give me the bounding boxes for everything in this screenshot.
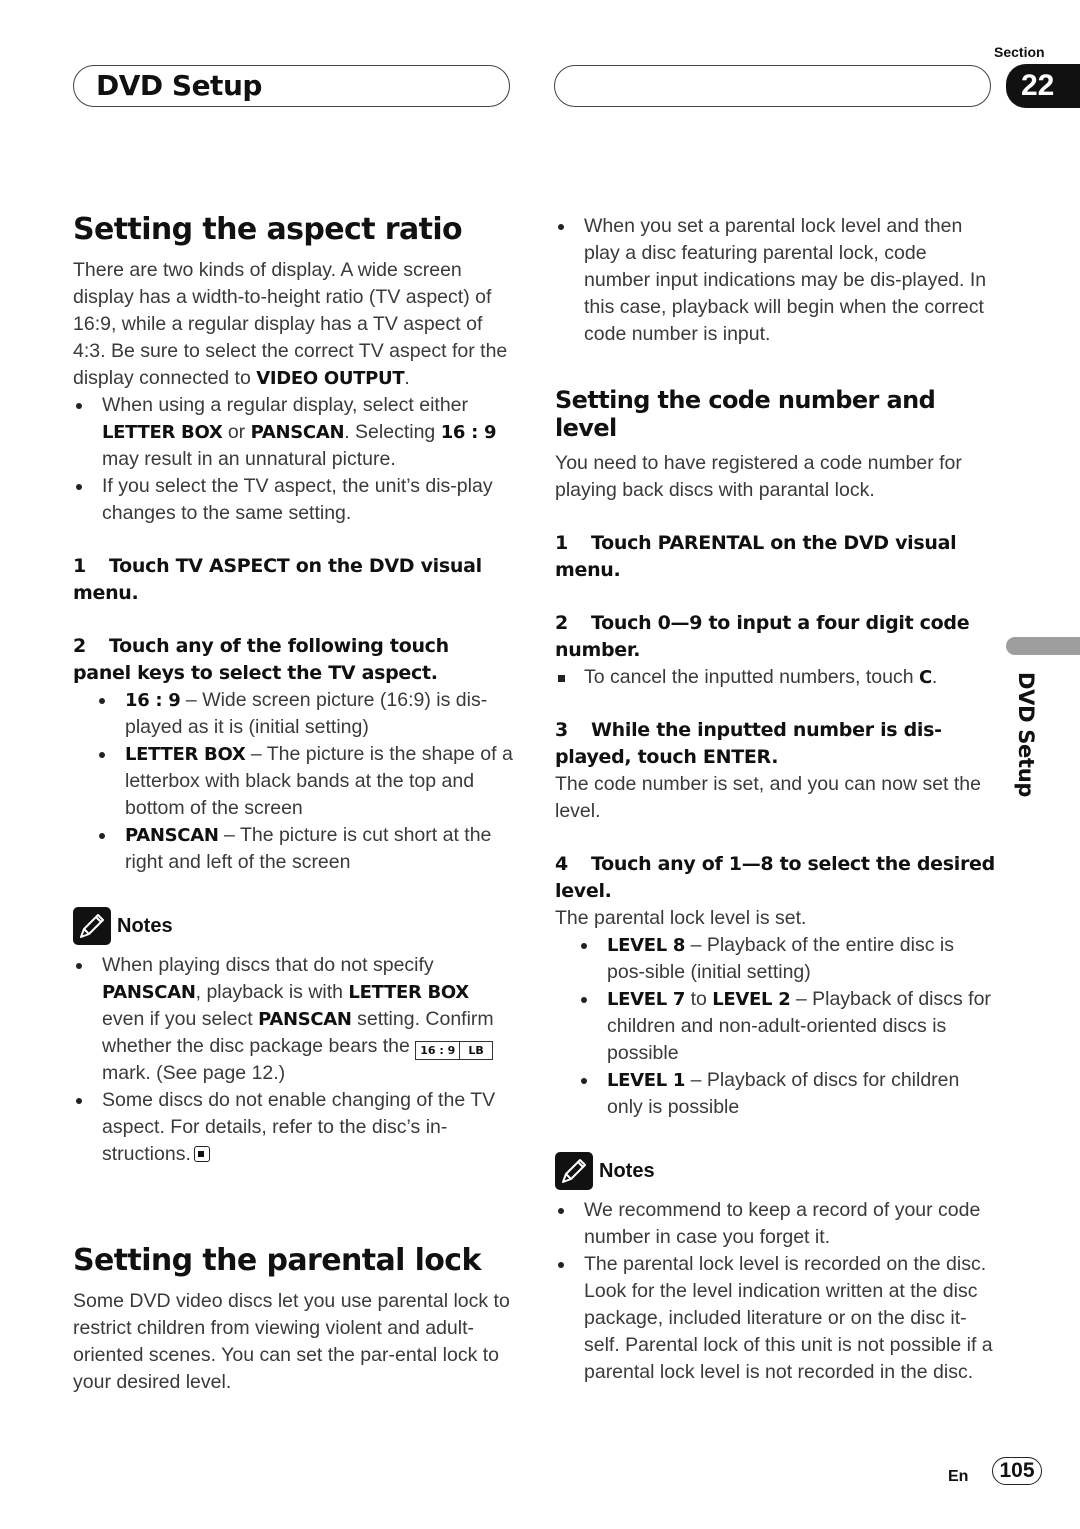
code-step-3: 3 While the inputted number is dis-played… — [555, 717, 995, 771]
pencil-icon — [555, 1152, 593, 1190]
bold-term: LETTER BOX — [125, 744, 246, 765]
section-label: Section — [994, 44, 1045, 60]
list-item: To cancel the inputted numbers, touch C. — [555, 664, 995, 691]
header-blank-box — [554, 65, 991, 107]
notes-header: Notes — [73, 906, 513, 946]
code-step-4-result: The parental lock level is set. — [555, 907, 807, 929]
text: or — [222, 421, 251, 443]
code-step-4: 4 Touch any of 1—8 to select the desired … — [555, 851, 995, 905]
step-text: Touch TV ASPECT on the DVD visual menu. — [73, 555, 482, 604]
language-label: En — [948, 1468, 969, 1485]
step-number: 4 — [555, 853, 568, 875]
level-7-2-item: LEVEL 7 to LEVEL 2 – Playback of discs f… — [555, 986, 995, 1067]
end-mark-icon — [193, 1146, 210, 1162]
mark-ratio: 16 : 9 — [420, 1044, 456, 1057]
bold-term: PANSCAN — [258, 1009, 352, 1030]
bold-term: 16 : 9 — [440, 422, 497, 443]
text: If you select the TV aspect, the unit’s … — [102, 475, 493, 524]
code-step-2: 2 Touch 0—9 to input a four digit code nu… — [555, 610, 995, 664]
text: , playback is with — [195, 981, 349, 1003]
bold-term: C — [918, 667, 932, 688]
list-item: When playing discs that do not specify P… — [73, 952, 513, 1087]
option-16-9: 16 : 9 – Wide screen picture (16:9) is d… — [73, 687, 513, 741]
code-notes: We recommend to keep a record of your co… — [555, 1197, 995, 1386]
video-output-label: VIDEO OUTPUT — [256, 368, 405, 389]
list-item: When you set a parental lock level and t… — [555, 213, 995, 348]
text: . — [931, 666, 938, 688]
bold-term: LEVEL 1 — [607, 1070, 686, 1091]
step-text: Touch any of the following touch panel k… — [73, 635, 449, 684]
mark-lb: LB — [459, 1042, 491, 1059]
list-item: We recommend to keep a record of your co… — [555, 1197, 995, 1251]
bold-term: LEVEL 8 — [607, 935, 686, 956]
level-8-item: LEVEL 8 – Playback of the entire disc is… — [555, 932, 995, 986]
level-options: LEVEL 8 – Playback of the entire disc is… — [555, 932, 995, 1121]
text: When using a regular display, select eit… — [102, 394, 468, 416]
step-number: 1 — [73, 555, 86, 577]
step-text: Touch PARENTAL on the DVD visual menu. — [555, 532, 957, 581]
bold-term: LETTER BOX — [102, 422, 223, 443]
option-letter-box: LETTER BOX – The picture is the shape of… — [73, 741, 513, 822]
list-item: When using a regular display, select eit… — [73, 392, 513, 473]
side-tab-label: DVD Setup — [1014, 672, 1038, 798]
aspect-intro-end: . — [404, 367, 410, 389]
bold-term: LETTER BOX — [348, 982, 469, 1003]
bold-term: PANSCAN — [125, 825, 219, 846]
list-item: If you select the TV aspect, the unit’s … — [73, 473, 513, 527]
text: mark. (See page 12.) — [102, 1062, 286, 1084]
notes-header: Notes — [555, 1151, 995, 1191]
bold-term: PANSCAN — [250, 422, 345, 443]
16-9-lb-mark-icon: 16 : 9 LB — [415, 1041, 493, 1060]
parental-lock-section: Setting the parental lock Some DVD video… — [73, 1243, 513, 1396]
aspect-intro: There are two kinds of display. A wide s… — [73, 257, 513, 392]
step-text: Touch any of 1—8 to select the desired l… — [555, 853, 995, 902]
notes-label: Notes — [599, 1159, 655, 1182]
bold-term: LEVEL 2 — [712, 989, 791, 1010]
step-number: 3 — [555, 719, 568, 741]
notes-label: Notes — [117, 914, 173, 937]
step-text: While the inputted number is dis-played,… — [555, 719, 942, 768]
text: . Selecting — [344, 421, 441, 443]
step-number: 2 — [555, 612, 568, 634]
text: even if you select — [102, 1008, 259, 1030]
aspect-options: 16 : 9 – Wide screen picture (16:9) is d… — [73, 687, 513, 876]
code-step-1: 1 Touch PARENTAL on the DVD visual menu. — [555, 530, 995, 584]
text: Some discs do not enable changing of the… — [102, 1089, 496, 1165]
aspect-notes: When playing discs that do not specify P… — [73, 952, 513, 1168]
parental-lock-heading: Setting the parental lock — [73, 1243, 481, 1278]
code-step-2-note: To cancel the inputted numbers, touch C. — [555, 664, 995, 691]
right-column: When you set a parental lock level and t… — [555, 213, 995, 1386]
page-number: 105 — [992, 1457, 1042, 1485]
level-1-item: LEVEL 1 – Playback of discs for children… — [555, 1067, 995, 1121]
aspect-bullets: When using a regular display, select eit… — [73, 392, 513, 527]
side-tab-marker — [1006, 637, 1080, 655]
code-step-3-result: The code number is set, and you can now … — [555, 773, 982, 822]
step-number: 1 — [555, 532, 568, 554]
aspect-ratio-heading: Setting the aspect ratio — [73, 212, 463, 247]
bold-term: 16 : 9 — [125, 690, 181, 711]
text: To cancel the inputted numbers, touch — [584, 666, 919, 688]
text: may result in an unnatural picture. — [102, 448, 396, 470]
list-item: The parental lock level is recorded on t… — [555, 1251, 995, 1386]
header-title: DVD Setup — [96, 69, 262, 102]
pencil-icon — [73, 907, 111, 945]
step-number: 2 — [73, 635, 86, 657]
aspect-step-2: 2 Touch any of the following touch panel … — [73, 633, 513, 687]
option-panscan: PANSCAN – The picture is cut short at th… — [73, 822, 513, 876]
bold-term: PANSCAN — [102, 982, 196, 1003]
code-number-heading: Setting the code number and level — [555, 386, 936, 442]
header-title-box: DVD Setup — [73, 65, 510, 107]
text: When playing discs that do not specify — [102, 954, 434, 976]
parental-bullets: When you set a parental lock level and t… — [555, 213, 995, 348]
parental-lock-intro: Some DVD video discs let you use parenta… — [73, 1290, 510, 1393]
list-item: Some discs do not enable changing of the… — [73, 1087, 513, 1168]
text: to — [685, 988, 713, 1010]
bold-term: LEVEL 7 — [607, 989, 686, 1010]
step-text: Touch 0—9 to input a four digit code num… — [555, 612, 970, 661]
aspect-step-1: 1 Touch TV ASPECT on the DVD visual menu. — [73, 553, 513, 607]
left-column: Setting the aspect ratio There are two k… — [73, 212, 513, 1168]
section-number-badge: 22 — [1006, 64, 1080, 108]
code-intro: You need to have registered a code numbe… — [555, 452, 962, 501]
